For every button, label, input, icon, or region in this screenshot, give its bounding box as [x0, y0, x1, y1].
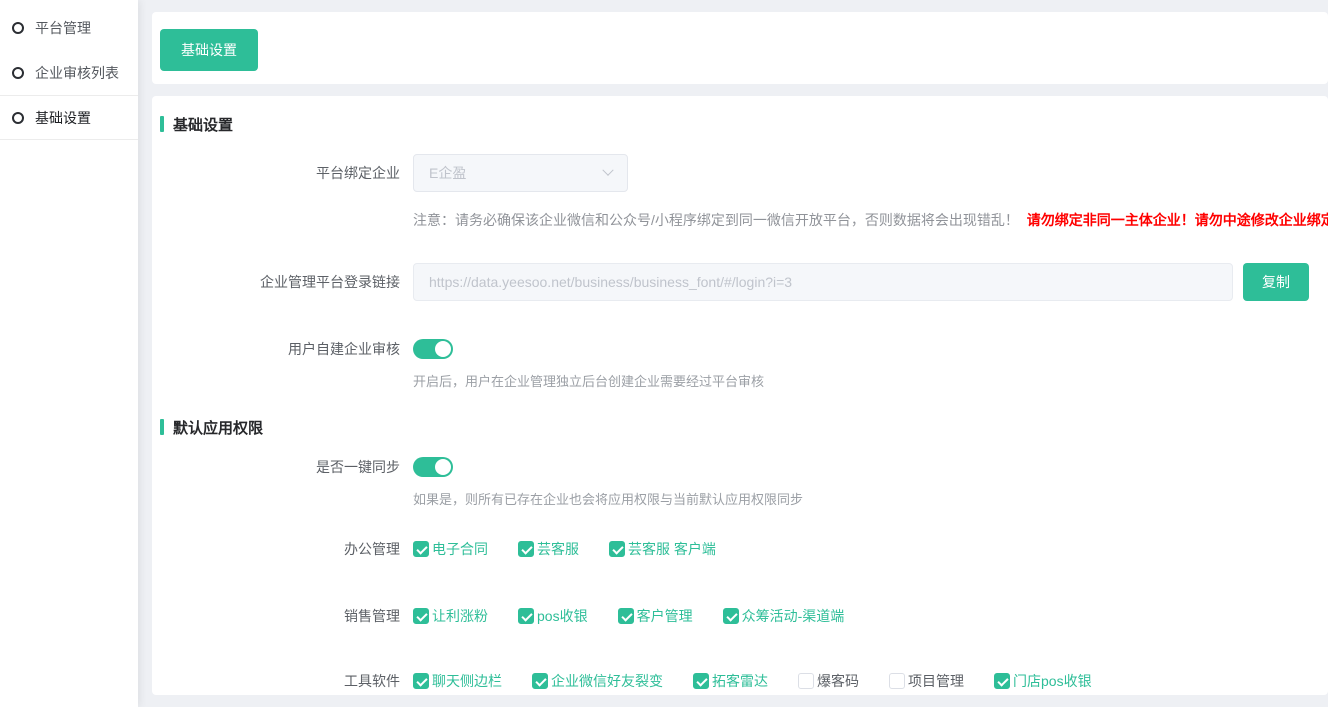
- section-title: 基础设置: [173, 114, 233, 135]
- chevron-down-icon: [602, 165, 613, 176]
- checkbox-checked-icon: [618, 608, 634, 624]
- selected-enterprise-value: E企盈: [429, 163, 466, 183]
- app-group-tools: 工具软件 聊天侧边栏 企业微信好友裂变 拓客雷达 爆客码: [160, 671, 1328, 691]
- sidebar-item-label: 基础设置: [35, 108, 91, 128]
- section-header-basic: 基础设置: [160, 114, 1328, 134]
- sync-label: 是否一键同步: [160, 457, 400, 477]
- user-audit-row: 用户自建企业审核: [160, 339, 1328, 359]
- bind-note-row: 注意：请务必确保该企业微信和公众号/小程序绑定到同一微信开放平台，否则数据将会出…: [160, 210, 1328, 230]
- settings-card: 基础设置 平台绑定企业 E企盈 注意：请务必确保该企业微信和公众号/小程序绑定到…: [152, 96, 1328, 695]
- app-checkbox-label: 众筹活动-渠道端: [742, 606, 845, 626]
- main-content: 基础设置 基础设置 平台绑定企业 E企盈 注意：请务必确保该企业微信和公众号/小…: [152, 0, 1328, 707]
- sync-help: 如果是，则所有已存在企业也会将应用权限与当前默认应用权限同步: [160, 489, 1328, 508]
- login-link-input[interactable]: [413, 263, 1233, 301]
- app-checkbox-label: 聊天侧边栏: [432, 671, 502, 691]
- app-group-office: 办公管理 电子合同 芸客服 芸客服 客户端: [160, 539, 1328, 559]
- checkbox-checked-icon: [723, 608, 739, 624]
- app-checkbox[interactable]: 企业微信好友裂变: [532, 671, 663, 691]
- sync-toggle[interactable]: [413, 457, 453, 477]
- platform-bind-select[interactable]: E企盈: [413, 154, 628, 192]
- checkbox-unchecked-icon: [889, 673, 905, 689]
- tab-bar-card: 基础设置: [152, 12, 1328, 84]
- app-checkbox[interactable]: 聊天侧边栏: [413, 671, 502, 691]
- toggle-knob: [435, 459, 451, 475]
- app-group-label: 销售管理: [160, 606, 400, 626]
- tab-basic-settings[interactable]: 基础设置: [160, 29, 258, 71]
- app-checkbox-label: pos收银: [537, 606, 588, 626]
- app-checkbox[interactable]: 拓客雷达: [693, 671, 768, 691]
- app-checkbox-label: 项目管理: [908, 671, 964, 691]
- app-checkbox[interactable]: 让利涨粉: [413, 606, 488, 626]
- circle-icon: [12, 67, 24, 79]
- checkbox-checked-icon: [413, 673, 429, 689]
- checkbox-checked-icon: [518, 608, 534, 624]
- sidebar: 平台管理 企业审核列表 基础设置: [0, 0, 138, 707]
- login-link-label: 企业管理平台登录链接: [160, 272, 400, 292]
- app-checkbox[interactable]: pos收银: [518, 606, 588, 626]
- toggle-knob: [435, 341, 451, 357]
- app-checkbox[interactable]: 芸客服: [518, 539, 579, 559]
- sidebar-item-enterprise-audit-list[interactable]: 企业审核列表: [0, 50, 138, 95]
- checkbox-checked-icon: [609, 541, 625, 557]
- user-audit-help: 开启后，用户在企业管理独立后台创建企业需要经过平台审核: [160, 371, 1328, 390]
- checkbox-checked-icon: [693, 673, 709, 689]
- section-accent-bar: [160, 116, 164, 132]
- user-audit-label: 用户自建企业审核: [160, 339, 400, 359]
- circle-icon: [12, 22, 24, 34]
- circle-icon: [12, 112, 24, 124]
- app-group-sales: 销售管理 让利涨粉 pos收银 客户管理 众筹活动-渠道端: [160, 606, 1328, 626]
- checkbox-checked-icon: [413, 541, 429, 557]
- app-checkbox[interactable]: 客户管理: [618, 606, 693, 626]
- sidebar-item-label: 平台管理: [35, 18, 91, 38]
- checkbox-checked-icon: [518, 541, 534, 557]
- app-checkbox[interactable]: 众筹活动-渠道端: [723, 606, 845, 626]
- user-audit-toggle[interactable]: [413, 339, 453, 359]
- section-header-permissions: 默认应用权限: [160, 417, 1328, 437]
- sidebar-item-label: 企业审核列表: [35, 63, 119, 83]
- checkbox-checked-icon: [413, 608, 429, 624]
- sidebar-item-platform-management[interactable]: 平台管理: [0, 5, 138, 50]
- platform-bind-row: 平台绑定企业 E企盈: [160, 154, 1328, 192]
- sync-row: 是否一键同步: [160, 457, 1328, 477]
- copy-button[interactable]: 复制: [1243, 263, 1309, 301]
- app-checkbox-label: 客户管理: [637, 606, 693, 626]
- app-checkbox[interactable]: 芸客服 客户端: [609, 539, 716, 559]
- app-checkbox[interactable]: 门店pos收银: [994, 671, 1092, 691]
- section-accent-bar: [160, 419, 164, 435]
- app-group-label: 办公管理: [160, 539, 400, 559]
- sidebar-item-basic-settings[interactable]: 基础设置: [0, 95, 138, 140]
- app-checkbox[interactable]: 爆客码: [798, 671, 859, 691]
- app-checkbox-label: 拓客雷达: [712, 671, 768, 691]
- checkbox-checked-icon: [532, 673, 548, 689]
- section-title: 默认应用权限: [173, 417, 263, 438]
- login-link-row: 企业管理平台登录链接 复制: [160, 263, 1328, 301]
- app-checkbox-label: 企业微信好友裂变: [551, 671, 663, 691]
- app-checkbox-label: 芸客服: [537, 539, 579, 559]
- app-checkbox[interactable]: 项目管理: [889, 671, 964, 691]
- app-checkbox-label: 电子合同: [432, 539, 488, 559]
- bind-note-text: 注意：请务必确保该企业微信和公众号/小程序绑定到同一微信开放平台，否则数据将会出…: [413, 212, 1019, 228]
- app-group-label: 工具软件: [160, 671, 400, 691]
- app-checkbox[interactable]: 电子合同: [413, 539, 488, 559]
- platform-bind-label: 平台绑定企业: [160, 163, 400, 183]
- app-checkbox-label: 让利涨粉: [432, 606, 488, 626]
- app-checkbox-label: 爆客码: [817, 671, 859, 691]
- bind-warning-text: 请勿绑定非同一主体企业！请勿中途修改企业绑定！: [1027, 212, 1328, 228]
- app-checkbox-label: 门店pos收银: [1013, 671, 1092, 691]
- app-checkbox-label: 芸客服 客户端: [628, 539, 716, 559]
- checkbox-checked-icon: [994, 673, 1010, 689]
- checkbox-unchecked-icon: [798, 673, 814, 689]
